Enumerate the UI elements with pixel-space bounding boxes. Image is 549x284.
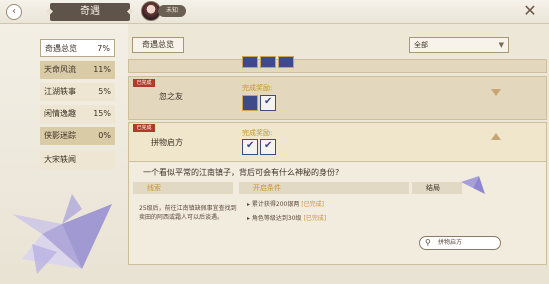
status-badge: 已完成 — [133, 124, 155, 132]
conditions-heading: 开启条件 — [239, 182, 409, 194]
clue-heading: 线索 — [133, 182, 233, 194]
reward-label: 完成奖励: — [242, 129, 273, 137]
chevron-down-icon: ▼ — [498, 41, 504, 49]
check-icon — [260, 139, 276, 155]
sidebar-item-label: 奇遇总览 — [45, 44, 77, 53]
sidebar-item-value: 15% — [93, 109, 111, 118]
back-icon[interactable]: ‹ — [6, 4, 22, 20]
sidebar-item-value: 0% — [98, 131, 111, 140]
sidebar-item-xianqing[interactable]: 闲情逸趣 15% — [40, 105, 115, 123]
filter-select[interactable]: 全部 ▼ — [409, 37, 509, 53]
sidebar-item-dasong[interactable]: 大宋轶闻 — [40, 151, 115, 169]
status-badge: 已完成 — [133, 79, 155, 87]
sidebar-item-value: 5% — [98, 87, 111, 96]
ending-button-label: 拼物启方 — [438, 239, 463, 246]
filter-value: 全部 — [414, 41, 428, 49]
sidebar-item-jianghu[interactable]: 江湖轶事 5% — [40, 83, 115, 101]
detail-panel: 一个看似平常的江南镇子，背后可会有什么神秘的身份? 线索 25级后，前往江南镇缺… — [128, 162, 547, 265]
list-item[interactable]: 已完成 拼物启方 完成奖励: — [128, 122, 547, 162]
main-panel: 奇遇总览 全部 ▼ 已完成 忽之友 完成奖励: 已完成 拼物启方 完成奖励: 一… — [128, 24, 549, 265]
check-icon — [242, 139, 258, 155]
card-title: 忽之友 — [159, 92, 183, 101]
paper-crane-decoration — [12, 194, 112, 274]
reward-item-icon[interactable] — [278, 56, 294, 68]
reward-item-icon[interactable] — [260, 56, 276, 68]
page-title: 奇遇 — [50, 3, 130, 21]
sidebar-item-label: 侠影迷踪 — [44, 131, 76, 140]
sidebar-item-value: 7% — [97, 44, 110, 53]
list-item[interactable] — [128, 56, 547, 73]
sidebar-item-label: 江湖轶事 — [44, 87, 76, 96]
sidebar-item-overview[interactable]: 奇遇总览 7% — [40, 39, 115, 57]
condition-status: [已完成] — [301, 201, 324, 208]
reward-label: 完成奖励: — [242, 84, 273, 92]
sidebar-item-xiaying[interactable]: 侠影迷踪 0% — [40, 127, 115, 145]
sidebar-item-label: 天命风流 — [44, 65, 76, 74]
detail-question: 一个看似平常的江南镇子，背后可会有什么神秘的身份? — [143, 168, 340, 177]
chevron-up-icon[interactable] — [491, 133, 501, 140]
condition-row: ▸ 累计获得200银两 [已完成] — [247, 200, 417, 209]
search-icon: ⚲ — [425, 238, 431, 247]
condition-status: [已完成] — [303, 215, 327, 222]
sidebar-item-label: 大宋轶闻 — [44, 155, 76, 164]
list-item[interactable]: 已完成 忽之友 完成奖励: — [128, 76, 547, 120]
reward-item-icon[interactable] — [242, 56, 258, 68]
sidebar-item-value: 11% — [93, 65, 111, 74]
ending-heading: 结局 — [412, 182, 462, 194]
check-icon — [260, 95, 276, 111]
condition-text: ▸ 角色等级达到30级 — [247, 215, 302, 222]
sidebar-item-label: 闲情逸趣 — [44, 109, 76, 118]
user-tag: 未知 — [158, 5, 186, 17]
clue-text: 25级后，前往江南镇缺佩事宜查找到卖田的阿西或霜人可以后谈遇。 — [139, 205, 237, 221]
tab-overview[interactable]: 奇遇总览 — [132, 37, 184, 53]
chevron-down-icon[interactable] — [491, 89, 501, 96]
top-bar: ‹ 奇遇 未知 ✕ — [0, 0, 549, 24]
sidebar: 奇遇总览 7% 天命风流 11% 江湖轶事 5% 闲情逸趣 15% 侠影迷踪 0… — [0, 24, 128, 274]
ending-button[interactable]: ⚲ 拼物启方 — [419, 236, 501, 250]
card-title: 拼物启方 — [151, 138, 183, 147]
reward-item-icon[interactable] — [242, 95, 258, 111]
condition-text: ▸ 累计获得200银两 — [247, 201, 300, 208]
condition-row: ▸ 角色等级达到30级 [已完成] — [247, 214, 417, 223]
sidebar-item-tianming[interactable]: 天命风流 11% — [40, 61, 115, 79]
paper-crane-icon — [461, 176, 485, 194]
close-icon[interactable]: ✕ — [521, 2, 539, 20]
